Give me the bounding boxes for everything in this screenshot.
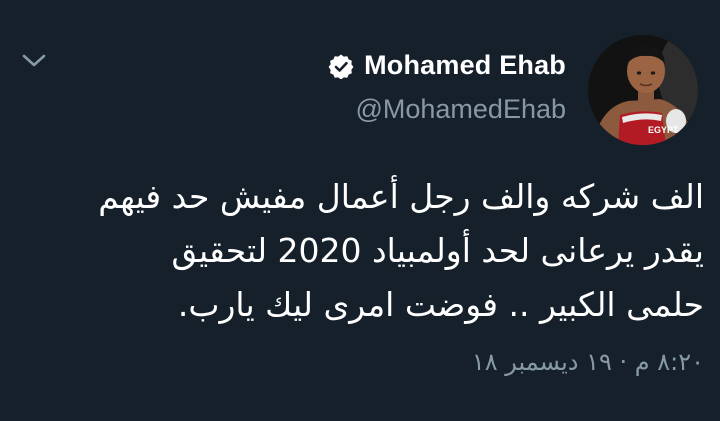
avatar[interactable]: EGYPT [588, 35, 698, 145]
tweet-text-line: حلمى الكبير .. فوضت امرى ليك يارب. [177, 285, 704, 324]
tweet-text-line: الف شركه والف رجل أعمال مفيش حد فيهم [98, 177, 704, 216]
tweet-text: الف شركه والف رجل أعمال مفيش حد فيهم يقد… [14, 170, 704, 332]
tweet-timestamp[interactable]: ٨:٢٠ م · ١٩ ديسمبر ١٨ [472, 348, 704, 376]
author-handle[interactable]: @MohamedEhab [355, 94, 566, 125]
tweet-card: EGYPT Mohamed Ehab @MohamedEhab الف شركه… [0, 0, 720, 421]
tweet-text-line: يقدر يرعانى لحد أولمبياد 2020 لتحقيق [171, 231, 704, 270]
chevron-down-icon[interactable] [20, 50, 48, 72]
avatar-jersey-text: EGYPT [648, 125, 679, 135]
author-name-row[interactable]: Mohamed Ehab [328, 50, 566, 81]
avatar-image: EGYPT [588, 35, 698, 145]
verified-badge-icon [328, 54, 354, 79]
author-display-name[interactable]: Mohamed Ehab [364, 50, 566, 81]
